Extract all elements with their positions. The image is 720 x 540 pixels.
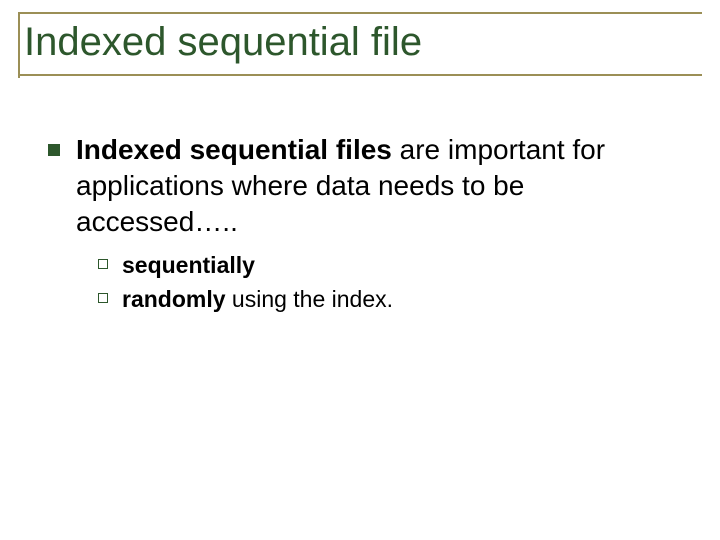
slide: Indexed sequential file Indexed sequenti… xyxy=(0,0,720,540)
bullet-level2-rest: using the index. xyxy=(226,286,394,312)
bullet-level2: randomly using the index. xyxy=(98,285,680,315)
slide-body: Indexed sequential files are important f… xyxy=(48,132,680,319)
bullet-level1: Indexed sequential files are important f… xyxy=(48,132,680,239)
hollow-square-bullet-icon xyxy=(98,293,108,303)
sub-bullet-list: sequentially randomly using the index. xyxy=(98,251,680,315)
bullet-level2-text: randomly using the index. xyxy=(122,285,393,315)
hollow-square-bullet-icon xyxy=(98,259,108,269)
bullet-level1-text: Indexed sequential files are important f… xyxy=(76,132,680,239)
bullet-level1-bold: Indexed sequential files xyxy=(76,134,392,165)
title-block: Indexed sequential file xyxy=(18,12,702,76)
title-top-rule xyxy=(18,12,702,14)
bullet-level2: sequentially xyxy=(98,251,680,281)
title-bottom-rule xyxy=(18,74,702,76)
bullet-level2-text: sequentially xyxy=(122,251,255,281)
slide-title: Indexed sequential file xyxy=(18,20,702,64)
bullet-level2-bold: sequentially xyxy=(122,252,255,278)
square-bullet-icon xyxy=(48,144,60,156)
bullet-level2-bold: randomly xyxy=(122,286,226,312)
